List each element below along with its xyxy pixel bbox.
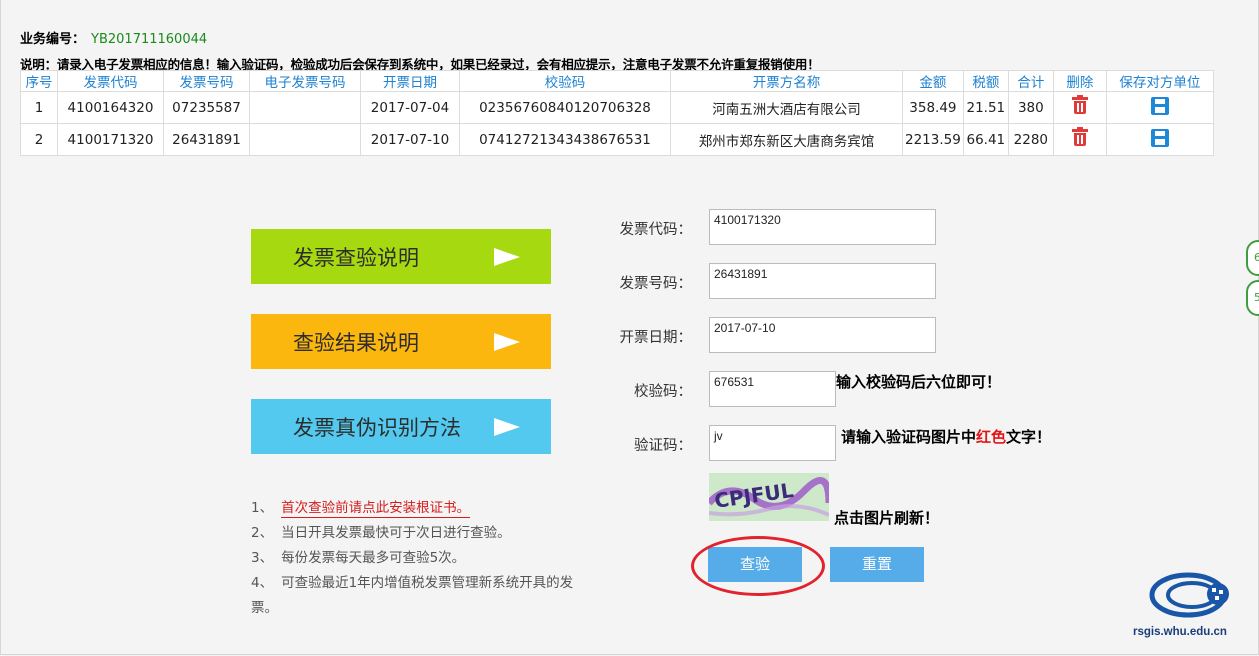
refresh-hint: 点击图片刷新！ xyxy=(834,509,940,527)
cell-seller: 河南五洲大酒店有限公司 xyxy=(670,91,903,124)
captcha-hint-highlight: 红色 xyxy=(976,428,1007,446)
floppy-save-icon[interactable] xyxy=(1150,96,1169,115)
cell-date: 2017-07-10 xyxy=(360,123,460,156)
install-root-cert-link[interactable]: 首次查验前请点此安装根证书。 xyxy=(281,500,471,518)
side-tab[interactable]: 5 xyxy=(1246,280,1259,316)
invoice-number-input[interactable]: 26431891 xyxy=(709,263,936,299)
invoice-date-input[interactable]: 2017-07-10 xyxy=(709,317,936,353)
col-header: 金额 xyxy=(902,70,964,92)
business-number: 业务编号： YB201711160044 xyxy=(20,28,207,47)
save-cell xyxy=(1105,123,1215,156)
business-number-label: 业务编号： xyxy=(20,32,86,47)
watermark-text: rsgis.whu.edu.cn xyxy=(1133,626,1227,638)
col-header: 序号 xyxy=(20,70,58,92)
col-header: 税额 xyxy=(962,70,1009,92)
table-row: 1 4100164320 07235587 2017-07-04 0235676… xyxy=(20,91,1215,124)
tip-item: 3、 每份发票每天最多可查验5次。 xyxy=(251,550,466,566)
tip-item: 2、 当日开具发票最快可于次日进行查验。 xyxy=(251,525,511,541)
check-code-input[interactable]: 676531 xyxy=(709,371,836,407)
play-arrow-icon xyxy=(494,418,520,436)
delete-cell xyxy=(1052,91,1107,124)
result-help-button[interactable]: 查验结果说明 xyxy=(251,314,551,369)
col-header: 开票日期 xyxy=(360,70,460,92)
cell-number: 26431891 xyxy=(163,123,250,156)
cell-amount: 2213.59 xyxy=(902,123,964,156)
play-arrow-icon xyxy=(494,333,520,351)
cell-e-number xyxy=(249,91,361,124)
cell-amount: 358.49 xyxy=(902,91,964,124)
check-code-hint: 输入校验码后六位即可！ xyxy=(836,373,1002,391)
trash-icon[interactable] xyxy=(1071,127,1088,146)
delete-cell xyxy=(1052,123,1107,156)
tip-item: 4、 可查验最近1年内增值税发票管理新系统开具的发票。 xyxy=(251,575,574,616)
table-header-row: 序号 发票代码 发票号码 电子发票号码 开票日期 校验码 开票方名称 金额 税额… xyxy=(20,70,1215,92)
cell-date: 2017-07-04 xyxy=(360,91,460,124)
red-highlight-ellipse xyxy=(691,536,825,596)
check-code-label: 校验码： xyxy=(634,384,692,400)
table-row: 2 4100171320 26431891 2017-07-10 0741272… xyxy=(20,123,1215,156)
business-number-value: YB201711160044 xyxy=(91,32,208,47)
col-header: 发票号码 xyxy=(163,70,250,92)
cell-code: 4100171320 xyxy=(57,123,164,156)
cell-check-code: 07412721343438676531 xyxy=(459,123,671,156)
invoice-code-label: 发票代码： xyxy=(619,222,693,238)
play-arrow-icon xyxy=(494,248,520,266)
col-header: 校验码 xyxy=(459,70,671,92)
col-header: 删除 xyxy=(1052,70,1107,92)
floppy-save-icon[interactable] xyxy=(1150,128,1169,147)
col-header: 发票代码 xyxy=(57,70,164,92)
captcha-input[interactable]: jv xyxy=(709,425,836,461)
captcha-graphic: CPJFUL xyxy=(709,473,829,521)
cell-e-number xyxy=(249,123,361,156)
check-help-label: 发票查验说明 xyxy=(293,245,419,270)
captcha-hint: 请输入验证码图片中红色文字！ xyxy=(841,428,1052,446)
save-cell xyxy=(1105,91,1215,124)
tip-item: 1、 首次查验前请点此安装根证书。 xyxy=(251,500,471,518)
cell-total: 380 xyxy=(1007,91,1054,124)
cell-tax: 66.41 xyxy=(962,123,1009,156)
col-header: 开票方名称 xyxy=(670,70,903,92)
invoice-table: 序号 发票代码 发票号码 电子发票号码 开票日期 校验码 开票方名称 金额 税额… xyxy=(20,70,1215,156)
cell-code: 4100164320 xyxy=(57,91,164,124)
captcha-label: 验证码： xyxy=(634,438,692,454)
trash-icon[interactable] xyxy=(1071,95,1088,114)
cell-index: 2 xyxy=(20,123,58,156)
cell-number: 07235587 xyxy=(163,91,250,124)
cell-seller: 郑州市郑东新区大唐商务宾馆 xyxy=(670,123,903,156)
col-header: 电子发票号码 xyxy=(249,70,361,92)
tips-list: 1、 首次查验前请点此安装根证书。 2、 当日开具发票最快可于次日进行查验。 3、每… xyxy=(251,496,596,621)
cell-tax: 21.51 xyxy=(962,91,1009,124)
authenticity-button[interactable]: 发票真伪识别方法 xyxy=(251,399,551,454)
invoice-date-label: 开票日期： xyxy=(619,330,693,346)
authenticity-label: 发票真伪识别方法 xyxy=(293,415,461,440)
col-header: 合计 xyxy=(1007,70,1054,92)
invoice-number-label: 发票号码： xyxy=(619,276,693,292)
captcha-image[interactable]: CPJFUL xyxy=(709,473,829,521)
invoice-code-input[interactable]: 4100171320 xyxy=(709,209,936,245)
cell-check-code: 02356760840120706328 xyxy=(459,91,671,124)
watermark-logo: rsgis.whu.edu.cn xyxy=(1130,568,1245,648)
check-help-button[interactable]: 发票查验说明 xyxy=(251,229,551,284)
globe-logo-icon xyxy=(1149,572,1229,618)
side-tab[interactable]: 6 xyxy=(1246,240,1259,276)
col-header: 保存对方单位 xyxy=(1105,70,1215,92)
cell-index: 1 xyxy=(20,91,58,124)
cell-total: 2280 xyxy=(1007,123,1054,156)
result-help-label: 查验结果说明 xyxy=(293,330,419,355)
reset-button[interactable]: 重置 xyxy=(830,547,924,582)
